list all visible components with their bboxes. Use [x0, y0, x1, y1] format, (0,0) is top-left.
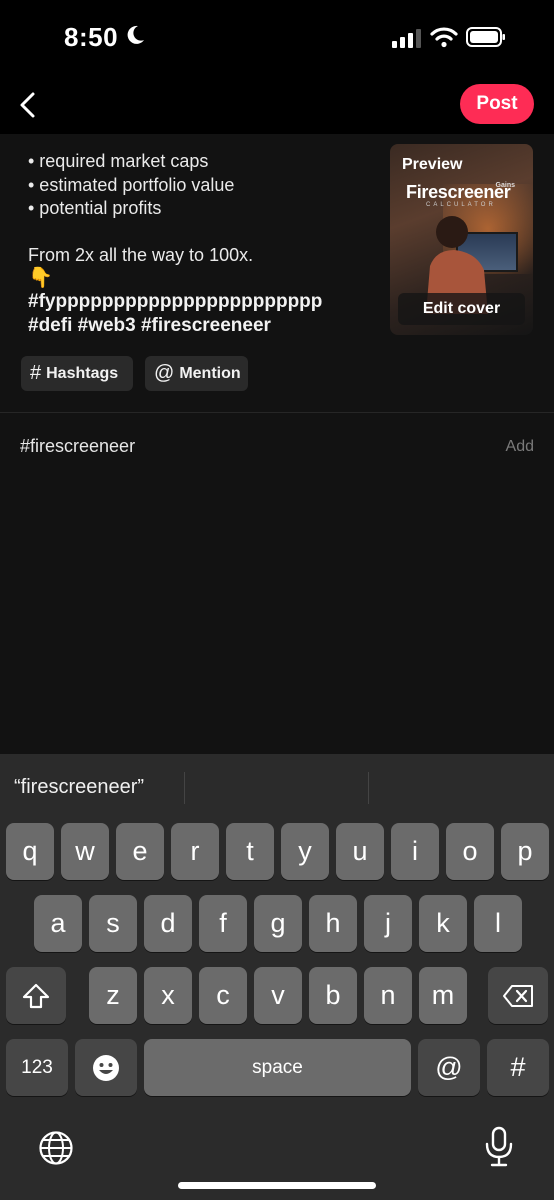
- mention-button[interactable]: @ Mention: [145, 356, 248, 391]
- space-key[interactable]: space: [144, 1039, 411, 1096]
- key-r[interactable]: r: [171, 823, 219, 880]
- key-l[interactable]: l: [474, 895, 522, 952]
- delete-key[interactable]: [488, 967, 548, 1024]
- key-g[interactable]: g: [254, 895, 302, 952]
- key-f[interactable]: f: [199, 895, 247, 952]
- key-q[interactable]: q: [6, 823, 54, 880]
- predictive-bar: “firescreeneer”: [0, 754, 554, 820]
- key-k[interactable]: k: [419, 895, 467, 952]
- pointing-down-emoji: 👇: [28, 267, 53, 289]
- caption-line: • estimated portfolio value: [28, 174, 235, 195]
- emoji-key[interactable]: [75, 1039, 137, 1096]
- edit-cover-button[interactable]: Edit cover: [398, 293, 525, 325]
- cellular-signal-icon: [392, 29, 421, 48]
- logo-calculator-text: CALCULATOR: [426, 202, 496, 208]
- key-t[interactable]: t: [226, 823, 274, 880]
- battery-icon: [466, 27, 505, 47]
- key-x[interactable]: x: [144, 967, 192, 1024]
- hash-key[interactable]: #: [487, 1039, 549, 1096]
- caption-line: From 2x all the way to 100x.: [28, 244, 254, 265]
- predictive-suggestion[interactable]: “firescreeneer”: [14, 776, 144, 799]
- key-i[interactable]: i: [391, 823, 439, 880]
- post-editor: • required market caps • estimated portf…: [0, 134, 554, 754]
- key-d[interactable]: d: [144, 895, 192, 952]
- key-w[interactable]: w: [61, 823, 109, 880]
- key-e[interactable]: e: [116, 823, 164, 880]
- caption-hashtags: #defi #web3 #firescreeneer: [28, 314, 271, 336]
- numbers-key[interactable]: 123: [6, 1039, 68, 1096]
- hashtags-button[interactable]: # Hashtags: [21, 356, 133, 391]
- hashtags-label: Hashtags: [46, 364, 119, 382]
- key-h[interactable]: h: [309, 895, 357, 952]
- at-icon: @: [154, 362, 175, 384]
- at-key[interactable]: @: [418, 1039, 480, 1096]
- key-b[interactable]: b: [309, 967, 357, 1024]
- key-v[interactable]: v: [254, 967, 302, 1024]
- preview-label: Preview: [402, 156, 463, 173]
- key-j[interactable]: j: [364, 895, 412, 952]
- cover-preview[interactable]: Preview Firescreener Gains CALCULATOR Ed…: [390, 144, 533, 335]
- moon-icon: [127, 25, 144, 44]
- logo-gains-text: Gains: [495, 182, 515, 189]
- key-s[interactable]: s: [89, 895, 137, 952]
- back-arrow-icon[interactable]: [14, 90, 44, 120]
- key-m[interactable]: m: [419, 967, 467, 1024]
- home-indicator: [178, 1182, 376, 1189]
- caption-hashtags: #fyppppppppppppppppppppppp: [28, 291, 323, 312]
- shift-arrow-icon: [22, 983, 50, 1008]
- shift-key[interactable]: [6, 967, 66, 1024]
- key-z[interactable]: z: [89, 967, 137, 1024]
- on-screen-keyboard: “firescreeneer” q w e r t y u i o p a s …: [0, 754, 554, 1200]
- backspace-icon: [503, 984, 533, 1007]
- caption-line: • potential profits: [28, 198, 162, 218]
- key-c[interactable]: c: [199, 967, 247, 1024]
- globe-icon[interactable]: [38, 1130, 74, 1166]
- key-y[interactable]: y: [281, 823, 329, 880]
- post-button[interactable]: Post: [460, 84, 534, 124]
- key-n[interactable]: n: [364, 967, 412, 1024]
- key-u[interactable]: u: [336, 823, 384, 880]
- status-bar: 8:50: [0, 0, 554, 80]
- caption-text-area[interactable]: • required market caps • estimated portf…: [28, 150, 368, 337]
- microphone-icon[interactable]: [482, 1126, 516, 1168]
- mention-label: Mention: [179, 364, 241, 382]
- status-time: 8:50: [64, 22, 119, 52]
- top-navigation: Post: [0, 80, 554, 134]
- wifi-icon: [430, 27, 458, 48]
- hashtag-icon: #: [30, 362, 42, 384]
- key-p[interactable]: p: [501, 823, 549, 880]
- emoji-icon: [93, 1054, 119, 1081]
- key-a[interactable]: a: [34, 895, 82, 952]
- key-o[interactable]: o: [446, 823, 494, 880]
- hashtag-suggestion[interactable]: #firescreeneer: [20, 436, 135, 457]
- divider: [0, 412, 554, 413]
- caption-line: • required market caps: [28, 151, 209, 171]
- add-hashtag-button[interactable]: Add: [506, 438, 534, 456]
